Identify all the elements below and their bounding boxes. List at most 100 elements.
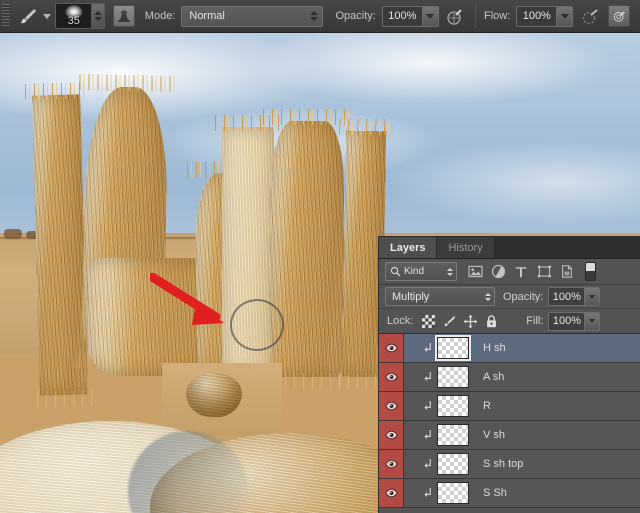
layer-name-label: V sh bbox=[483, 429, 505, 441]
tab-history[interactable]: History bbox=[437, 237, 494, 258]
layer-thumbnail[interactable] bbox=[437, 395, 469, 417]
brush-cursor-circle bbox=[230, 299, 284, 351]
straw-letter-right-stem bbox=[270, 121, 344, 377]
layers-list: H sh A sh R V sh S sh top S Sh bbox=[379, 334, 640, 508]
drag-grip-icon[interactable] bbox=[2, 4, 10, 28]
chevron-down-icon bbox=[589, 295, 595, 299]
opacity-label: Opacity: bbox=[335, 10, 375, 22]
layer-name-label: A sh bbox=[483, 371, 504, 383]
layer-opacity-label: Opacity: bbox=[503, 291, 543, 303]
tablet-pressure-opacity-icon[interactable] bbox=[444, 3, 467, 29]
tablet-pressure-size-icon[interactable] bbox=[608, 5, 630, 27]
layer-name-label: S Sh bbox=[483, 487, 507, 499]
layer-thumbnail[interactable] bbox=[437, 453, 469, 475]
flow-value[interactable]: 100% bbox=[516, 6, 556, 27]
clipping-mask-arrow-icon bbox=[404, 400, 437, 413]
tab-layers[interactable]: Layers bbox=[379, 237, 437, 258]
fill-label: Fill: bbox=[526, 315, 543, 327]
layer-visibility-eye-icon[interactable] bbox=[379, 421, 404, 449]
lock-image-pixels-icon[interactable] bbox=[439, 311, 460, 331]
brush-preset-stepper[interactable] bbox=[91, 3, 105, 29]
clipping-mask-arrow-icon bbox=[404, 342, 437, 355]
layer-fill-control[interactable]: 100% bbox=[548, 312, 600, 331]
filter-enable-toggle-icon[interactable] bbox=[585, 262, 596, 281]
layer-visibility-eye-icon[interactable] bbox=[379, 450, 404, 478]
tab-layers-label: Layers bbox=[390, 242, 425, 254]
tool-preset-chevron-down-icon[interactable] bbox=[39, 3, 55, 29]
filter-kind-select[interactable]: Kind bbox=[385, 262, 457, 281]
layer-fill-chevron-down-icon[interactable] bbox=[584, 312, 600, 331]
blend-mode-row: Multiply Opacity: 100% bbox=[379, 285, 640, 309]
toolbar-separator bbox=[475, 4, 476, 28]
chevron-down-icon bbox=[43, 14, 51, 19]
search-icon bbox=[390, 266, 401, 277]
toggle-brush-panel-icon[interactable] bbox=[113, 5, 135, 27]
filter-type-layers-icon[interactable] bbox=[510, 262, 532, 282]
photoshop-window: 35 Mode: Normal Opacity: bbox=[0, 0, 640, 513]
table-row[interactable]: A sh bbox=[379, 363, 640, 392]
brush-size-value: 35 bbox=[68, 15, 80, 28]
layer-thumbnail[interactable] bbox=[437, 424, 469, 446]
brush-tool-icon[interactable] bbox=[16, 3, 39, 29]
table-row[interactable]: S Sh bbox=[379, 479, 640, 508]
lock-label: Lock: bbox=[387, 315, 413, 327]
layer-name-label: H sh bbox=[483, 342, 506, 354]
table-row[interactable]: R bbox=[379, 392, 640, 421]
opacity-value[interactable]: 100% bbox=[382, 6, 422, 27]
layer-blend-mode-value: Multiply bbox=[392, 291, 485, 303]
filter-adjustment-layers-icon[interactable] bbox=[487, 262, 509, 282]
filter-shape-layers-icon[interactable] bbox=[533, 262, 555, 282]
chevron-down-icon bbox=[589, 319, 595, 323]
tab-history-label: History bbox=[448, 242, 482, 254]
chevron-down-icon bbox=[561, 14, 569, 19]
lock-position-icon[interactable] bbox=[460, 311, 481, 331]
flow-control[interactable]: 100% bbox=[516, 6, 573, 27]
layer-thumbnail[interactable] bbox=[437, 366, 469, 388]
filter-smart-object-icon[interactable] bbox=[556, 262, 578, 282]
table-row[interactable]: V sh bbox=[379, 421, 640, 450]
options-bar: 35 Mode: Normal Opacity: bbox=[0, 0, 640, 33]
layers-panel: Layers History Kind bbox=[378, 236, 640, 513]
stepper-updown-icon bbox=[94, 11, 102, 21]
mode-label: Mode: bbox=[145, 10, 176, 22]
layer-thumbnail[interactable] bbox=[437, 337, 469, 359]
table-row[interactable]: S sh top bbox=[379, 450, 640, 479]
lock-transparent-pixels-icon[interactable] bbox=[418, 311, 439, 331]
airbrush-icon[interactable] bbox=[579, 3, 602, 29]
layer-visibility-eye-icon[interactable] bbox=[379, 363, 404, 391]
filter-kind-value: Kind bbox=[404, 266, 447, 277]
layer-visibility-eye-icon[interactable] bbox=[379, 334, 404, 362]
straw-letter-stem-left bbox=[32, 94, 88, 395]
layer-name-label: S sh top bbox=[483, 458, 523, 470]
clipping-mask-arrow-icon bbox=[404, 429, 437, 442]
flow-chevron-down-icon[interactable] bbox=[556, 6, 573, 27]
lock-all-icon[interactable] bbox=[481, 311, 502, 331]
distant-bale bbox=[4, 229, 22, 239]
blend-mode-select[interactable]: Normal bbox=[181, 6, 323, 27]
lock-row: Lock: bbox=[379, 309, 640, 334]
layer-thumbnail[interactable] bbox=[437, 482, 469, 504]
layer-opacity-value[interactable]: 100% bbox=[548, 287, 584, 306]
chevron-down-icon bbox=[426, 14, 434, 19]
clipping-mask-arrow-icon bbox=[404, 458, 437, 471]
layer-opacity-chevron-down-icon[interactable] bbox=[584, 287, 600, 306]
layer-visibility-eye-icon[interactable] bbox=[379, 479, 404, 507]
layer-fill-value[interactable]: 100% bbox=[548, 312, 584, 331]
layer-blend-mode-select[interactable]: Multiply bbox=[385, 287, 495, 306]
flow-label: Flow: bbox=[484, 10, 510, 22]
layer-opacity-control[interactable]: 100% bbox=[548, 287, 600, 306]
stepper-updown-icon bbox=[485, 293, 491, 301]
layer-visibility-eye-icon[interactable] bbox=[379, 392, 404, 420]
panel-tab-bar: Layers History bbox=[379, 237, 640, 259]
filter-pixel-layers-icon[interactable] bbox=[464, 262, 486, 282]
brush-size-preview[interactable]: 35 bbox=[55, 3, 91, 29]
small-hay-bale bbox=[186, 373, 242, 417]
stepper-updown-icon bbox=[310, 11, 318, 21]
layer-name-label: R bbox=[483, 400, 491, 412]
opacity-control[interactable]: 100% bbox=[382, 6, 439, 27]
table-row[interactable]: H sh bbox=[379, 334, 640, 363]
clipping-mask-arrow-icon bbox=[404, 371, 437, 384]
stepper-updown-icon bbox=[447, 268, 453, 276]
opacity-chevron-down-icon[interactable] bbox=[422, 6, 439, 27]
layer-filter-row: Kind bbox=[379, 259, 640, 285]
